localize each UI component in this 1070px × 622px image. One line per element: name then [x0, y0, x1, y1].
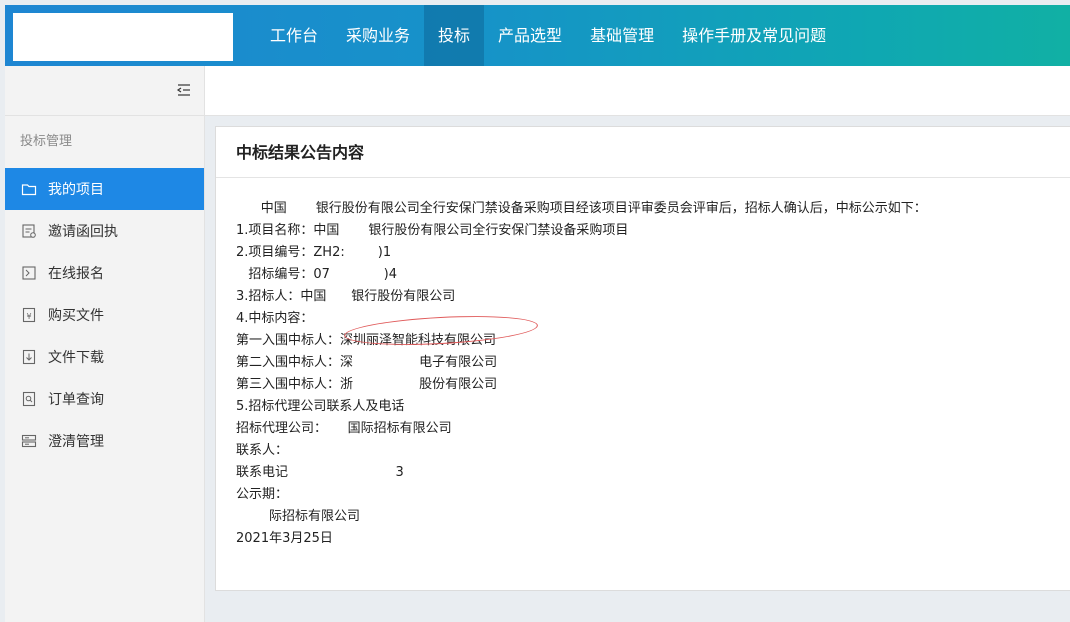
sidebar-item-file-download[interactable]: 文件下载 — [5, 336, 204, 378]
signup-icon — [21, 265, 37, 281]
announcement-line: 4.中标内容： — [236, 311, 314, 326]
announcement-line: 招标代理公司： 国际招标有限公司 — [236, 421, 452, 436]
order-search-icon — [21, 391, 37, 407]
download-file-icon — [21, 349, 37, 365]
menu-fold-icon[interactable] — [176, 82, 192, 98]
sidebar-item-clarification[interactable]: 澄清管理 — [5, 420, 204, 462]
sidebar-header — [5, 66, 205, 116]
nav-product-selection[interactable]: 产品选型 — [484, 5, 576, 66]
receipt-icon — [21, 223, 37, 239]
svg-text:¥: ¥ — [26, 312, 31, 321]
announcement-line: 2021年3月25日 — [236, 531, 333, 546]
sidebar: 投标管理 我的项目 邀请函回执 在线报名 ¥ 购买文件 文件下载 订单查询 澄清… — [5, 116, 205, 622]
nav-procurement[interactable]: 采购业务 — [332, 5, 424, 66]
announcement-line: 1.项目名称：中国 银行股份有限公司全行安保门禁设备采购项目 — [236, 223, 629, 238]
nav-workbench[interactable]: 工作台 — [256, 5, 332, 66]
sidebar-item-my-projects[interactable]: 我的项目 — [5, 168, 204, 210]
announcement-line: 招标编号：07 )4 — [236, 267, 398, 282]
page-title: 中标结果公告内容 — [216, 127, 1070, 178]
top-navbar: 工作台 采购业务 投标 产品选型 基础管理 操作手册及常见问题 — [5, 5, 1070, 66]
announcement-line: 2.项目编号：ZH2: )1 — [236, 245, 392, 260]
sidebar-item-online-signup[interactable]: 在线报名 — [5, 252, 204, 294]
announcement-line: 第二入围中标人：深 电子有限公司 — [236, 355, 498, 370]
sidebar-item-order-query[interactable]: 订单查询 — [5, 378, 204, 420]
breadcrumb-bar — [205, 66, 1070, 116]
announcement-line: 公示期： — [236, 487, 289, 502]
announcement-line: 3.招标人：中国 银行股份有限公司 — [236, 289, 456, 304]
sidebar-item-label: 在线报名 — [48, 266, 104, 282]
announcement-body: 中国 银行股份有限公司全行安保门禁设备采购项目经该项目评审委员会评审后，招标人确… — [216, 178, 1070, 550]
sidebar-group-label: 投标管理 — [20, 134, 73, 149]
announcement-line: 联系人： — [236, 443, 289, 458]
announcement-line: 5.招标代理公司联系人及电话 — [236, 399, 405, 414]
announcement-card: 中标结果公告内容 中国 银行股份有限公司全行安保门禁设备采购项目经该项目评审委员… — [215, 126, 1070, 591]
announcement-line: 第一入围中标人：深圳丽泽智能科技有限公司 — [236, 333, 497, 348]
clarify-icon — [21, 433, 37, 449]
announcement-line: 际招标有限公司 — [236, 509, 361, 524]
purchase-file-icon: ¥ — [21, 307, 37, 323]
sidebar-item-label: 邀请函回执 — [48, 224, 118, 240]
announcement-line: 第三入围中标人：浙 股份有限公司 — [236, 377, 498, 392]
sidebar-item-label: 我的项目 — [48, 182, 104, 198]
announcement-line: 联系电记 3 — [236, 465, 404, 480]
logo-area — [13, 13, 233, 61]
sidebar-item-label: 购买文件 — [48, 308, 104, 324]
nav-basic-management[interactable]: 基础管理 — [576, 5, 668, 66]
sidebar-item-invitation-receipt[interactable]: 邀请函回执 — [5, 210, 204, 252]
nav-manual-faq[interactable]: 操作手册及常见问题 — [668, 5, 840, 66]
folder-icon — [21, 181, 37, 197]
main-nav: 工作台 采购业务 投标 产品选型 基础管理 操作手册及常见问题 — [256, 5, 840, 66]
nav-bidding[interactable]: 投标 — [424, 5, 485, 66]
sidebar-item-label: 订单查询 — [48, 392, 104, 408]
sidebar-item-buy-documents[interactable]: ¥ 购买文件 — [5, 294, 204, 336]
announcement-line: 中国 银行股份有限公司全行安保门禁设备采购项目经该项目评审委员会评审后，招标人确… — [236, 201, 927, 216]
sidebar-item-label: 澄清管理 — [48, 434, 104, 450]
sidebar-item-label: 文件下载 — [48, 350, 104, 366]
